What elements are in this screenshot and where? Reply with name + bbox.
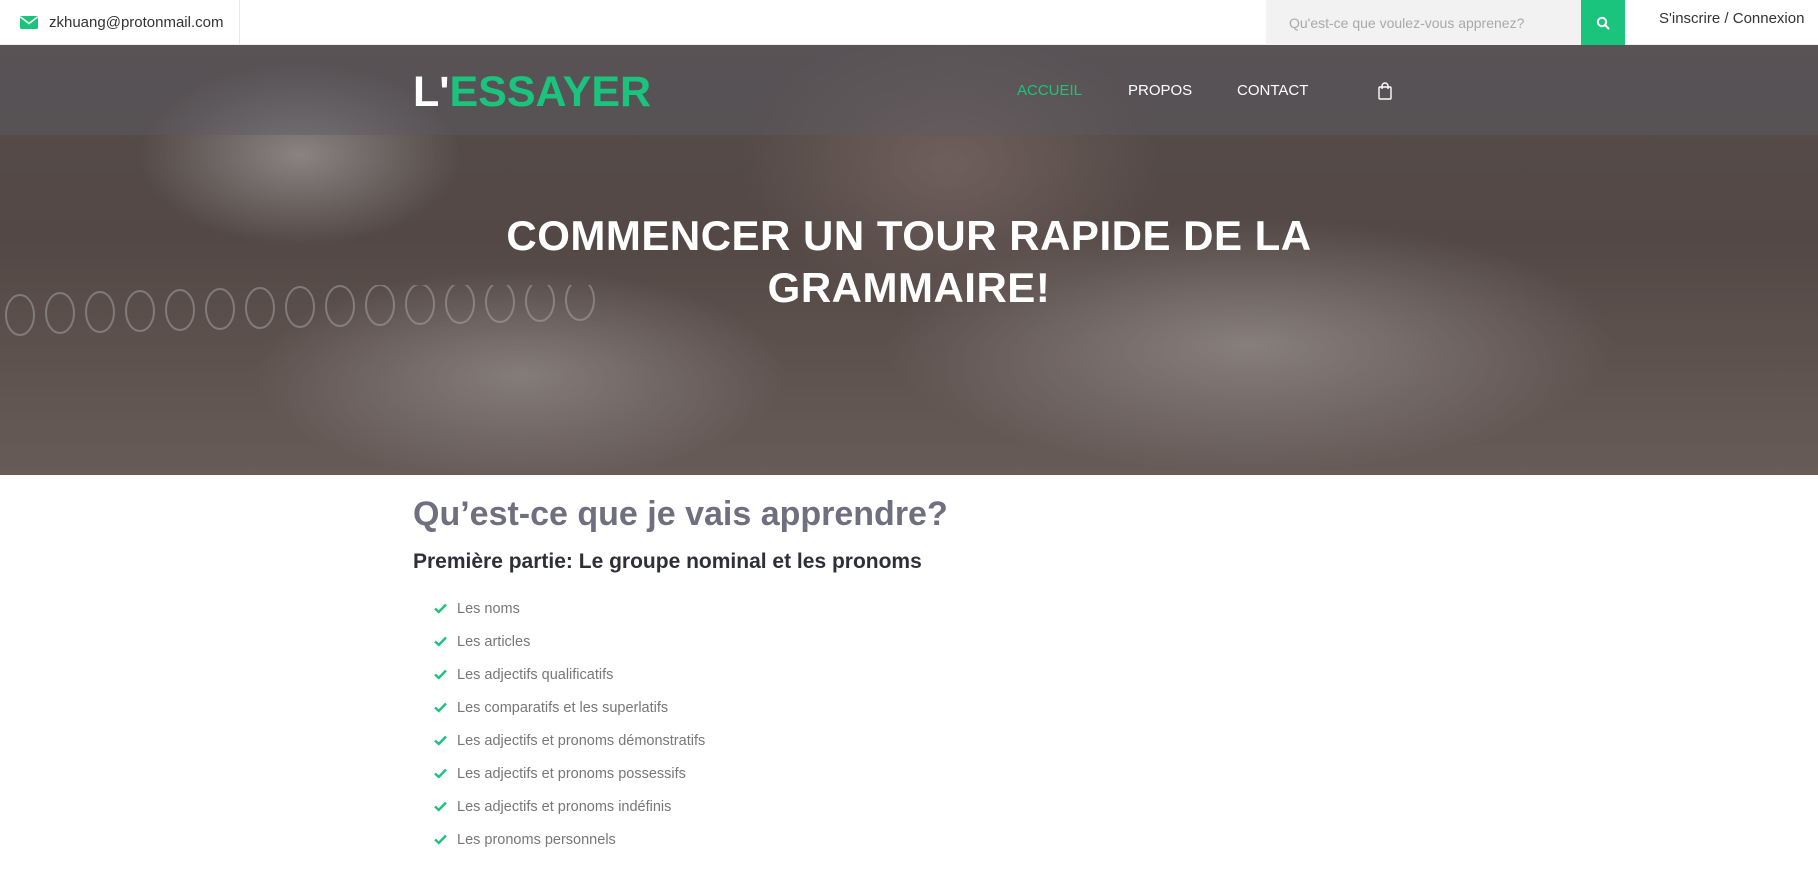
auth-links: S'inscrire / Connexion <box>1659 10 1804 27</box>
check-icon <box>434 768 447 779</box>
hero-title-line2: GRAMMAIRE! <box>767 264 1051 311</box>
hero-title: COMMENCER UN TOUR RAPIDE DE LA GRAMMAIRE… <box>409 210 1409 314</box>
topic-label: Les pronoms personnels <box>457 831 616 848</box>
check-icon <box>434 735 447 746</box>
auth-separator: / <box>1724 10 1729 27</box>
navigation-bar <box>0 45 1818 135</box>
topic-label: Les adjectifs et pronoms démonstratifs <box>457 732 706 749</box>
topic-label: Les noms <box>457 600 520 617</box>
part-title: Première partie: Le groupe nominal et le… <box>413 550 922 573</box>
topic-label: Les adjectifs qualificatifs <box>457 666 614 683</box>
nav-propos[interactable]: PROPOS <box>1128 82 1192 99</box>
search-input[interactable] <box>1266 0 1581 45</box>
shopping-bag-icon[interactable] <box>1377 82 1393 100</box>
check-icon <box>434 702 447 713</box>
nav-contact[interactable]: CONTACT <box>1237 82 1308 99</box>
logo-prefix: L' <box>413 68 450 116</box>
check-icon <box>434 636 447 647</box>
topic-label: Les articles <box>457 633 531 650</box>
search-icon <box>1596 16 1610 30</box>
topics-list: Les noms Les articles Les adjectifs qual… <box>434 592 948 856</box>
list-item: Les noms <box>434 592 948 625</box>
check-icon <box>434 801 447 812</box>
list-item: Les pronoms personnels <box>434 823 948 856</box>
check-icon <box>434 669 447 680</box>
topic-label: Les adjectifs et pronoms indéfinis <box>457 798 672 815</box>
search-button[interactable] <box>1581 0 1625 45</box>
list-item: Les adjectifs et pronoms démonstratifs <box>434 724 948 757</box>
list-item: Les articles <box>434 625 948 658</box>
section-heading: Qu’est-ce que je vais apprendre? <box>413 495 948 533</box>
email-text: zkhuang@protonmail.com <box>49 14 224 31</box>
check-icon <box>434 834 447 845</box>
list-item: Les adjectifs et pronoms indéfinis <box>434 790 948 823</box>
check-icon <box>434 603 447 614</box>
list-item: Les comparatifs et les superlatifs <box>434 691 948 724</box>
top-bar: zkhuang@protonmail.com S'inscrire / Conn… <box>0 0 1818 45</box>
topic-label: Les comparatifs et les superlatifs <box>457 699 669 716</box>
topic-label: Les adjectifs et pronoms possessifs <box>457 765 686 782</box>
signup-link[interactable]: S'inscrire <box>1659 10 1720 27</box>
site-logo[interactable]: L'ESSAYER <box>413 68 651 117</box>
login-link[interactable]: Connexion <box>1733 10 1805 27</box>
envelope-icon <box>20 16 38 29</box>
list-item: Les adjectifs qualificatifs <box>434 658 948 691</box>
list-item: Les adjectifs et pronoms possessifs <box>434 757 948 790</box>
hero-title-line1: COMMENCER UN TOUR RAPIDE DE LA <box>506 212 1312 259</box>
search-box <box>1266 0 1581 45</box>
logo-main: ESSAYER <box>449 68 652 116</box>
nav-accueil[interactable]: ACCUEIL <box>1017 82 1082 99</box>
contact-email: zkhuang@protonmail.com <box>0 0 240 45</box>
main-content: Qu’est-ce que je vais apprendre? Premièr… <box>413 495 948 856</box>
